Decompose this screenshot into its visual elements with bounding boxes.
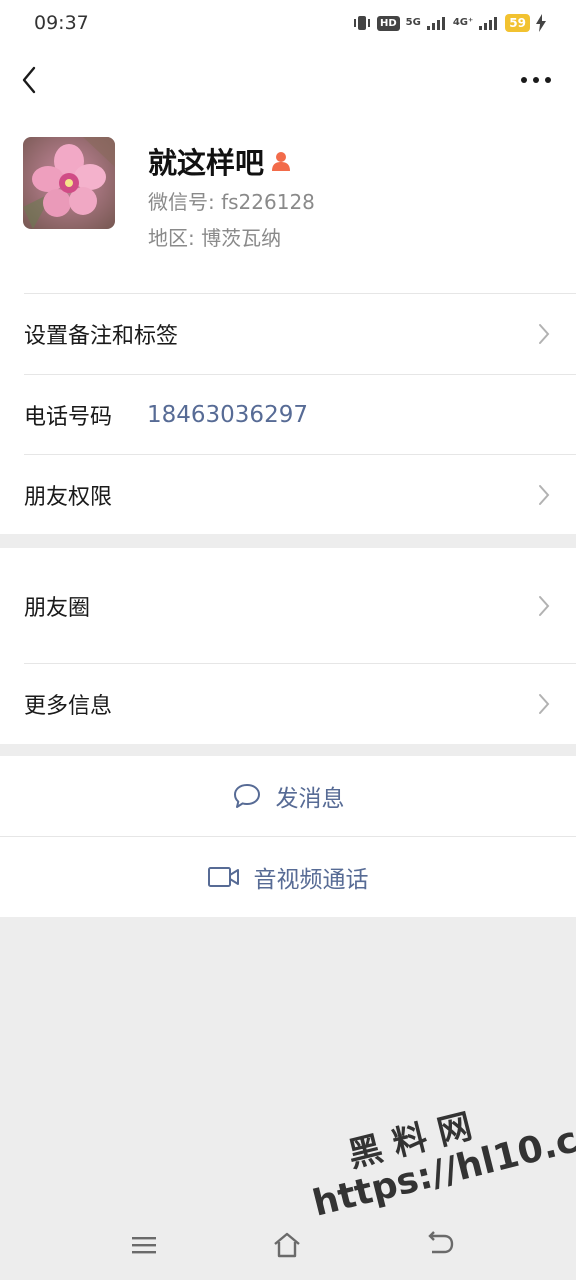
chat-bubble-icon xyxy=(233,784,260,808)
video-call-label: 音视频通话 xyxy=(253,867,369,893)
remark-tags-label: 设置备注和标签 xyxy=(24,324,179,349)
send-message-button[interactable]: 发消息 xyxy=(0,756,576,836)
contact-name: 就这样吧 xyxy=(148,146,265,180)
profile-section: 就这样吧 微信号: fs226128 地区: 博茨瓦纳 设置备注和标签 电话号码… xyxy=(0,46,576,534)
actions-section: 发消息 音视频通话 xyxy=(0,756,576,917)
contact-person-icon xyxy=(272,152,291,171)
menu-icon[interactable] xyxy=(131,1230,157,1260)
moments-label: 朋友圈 xyxy=(24,596,91,621)
network-5g: 5G xyxy=(405,17,421,28)
network-4g: 4G⁺ xyxy=(452,17,474,28)
home-icon[interactable] xyxy=(272,1230,302,1260)
status-icons: HD 5G 4G⁺ 59 xyxy=(353,12,546,34)
status-bar: 09:37 HD 5G 4G⁺ 59 xyxy=(0,0,576,46)
back-arrow-icon[interactable] xyxy=(16,62,44,98)
wechat-id: 微信号: fs226128 xyxy=(148,190,315,214)
hd-badge: HD xyxy=(377,15,400,31)
signal-icon xyxy=(426,17,445,30)
moments-section: 朋友圈 更多信息 xyxy=(0,548,576,744)
more-info-row[interactable]: 更多信息 xyxy=(0,664,576,744)
chevron-right-icon xyxy=(539,596,550,616)
vibrate-icon xyxy=(354,16,370,30)
watermark: 黑料网 https://hl10.co xyxy=(300,1078,576,1226)
avatar[interactable] xyxy=(23,137,115,229)
chevron-right-icon xyxy=(539,484,550,505)
phone-label: 电话号码 xyxy=(24,405,113,430)
chevron-right-icon xyxy=(539,694,550,714)
back-nav-icon[interactable] xyxy=(426,1230,456,1260)
chevron-right-icon xyxy=(539,324,550,344)
more-info-label: 更多信息 xyxy=(24,694,113,719)
phone-number[interactable]: 18463036297 xyxy=(147,402,308,428)
name-row: 就这样吧 xyxy=(148,140,292,182)
phone-row: 电话号码 18463036297 xyxy=(0,375,576,455)
signal-icon-2 xyxy=(479,17,498,30)
avatar-image xyxy=(23,137,115,229)
friend-permission-label: 朋友权限 xyxy=(24,484,113,510)
video-camera-icon xyxy=(207,867,239,887)
status-time: 09:37 xyxy=(34,12,89,34)
send-message-label: 发消息 xyxy=(275,786,345,812)
battery-level: 59 xyxy=(505,14,530,32)
more-dots-icon[interactable] xyxy=(520,68,552,92)
region: 地区: 博茨瓦纳 xyxy=(148,226,282,250)
charging-icon xyxy=(536,14,546,32)
video-call-button[interactable]: 音视频通话 xyxy=(0,837,576,917)
friend-permission-row[interactable]: 朋友权限 xyxy=(0,455,576,534)
remark-tags-row[interactable]: 设置备注和标签 xyxy=(0,294,576,374)
moments-row[interactable]: 朋友圈 xyxy=(0,548,576,664)
